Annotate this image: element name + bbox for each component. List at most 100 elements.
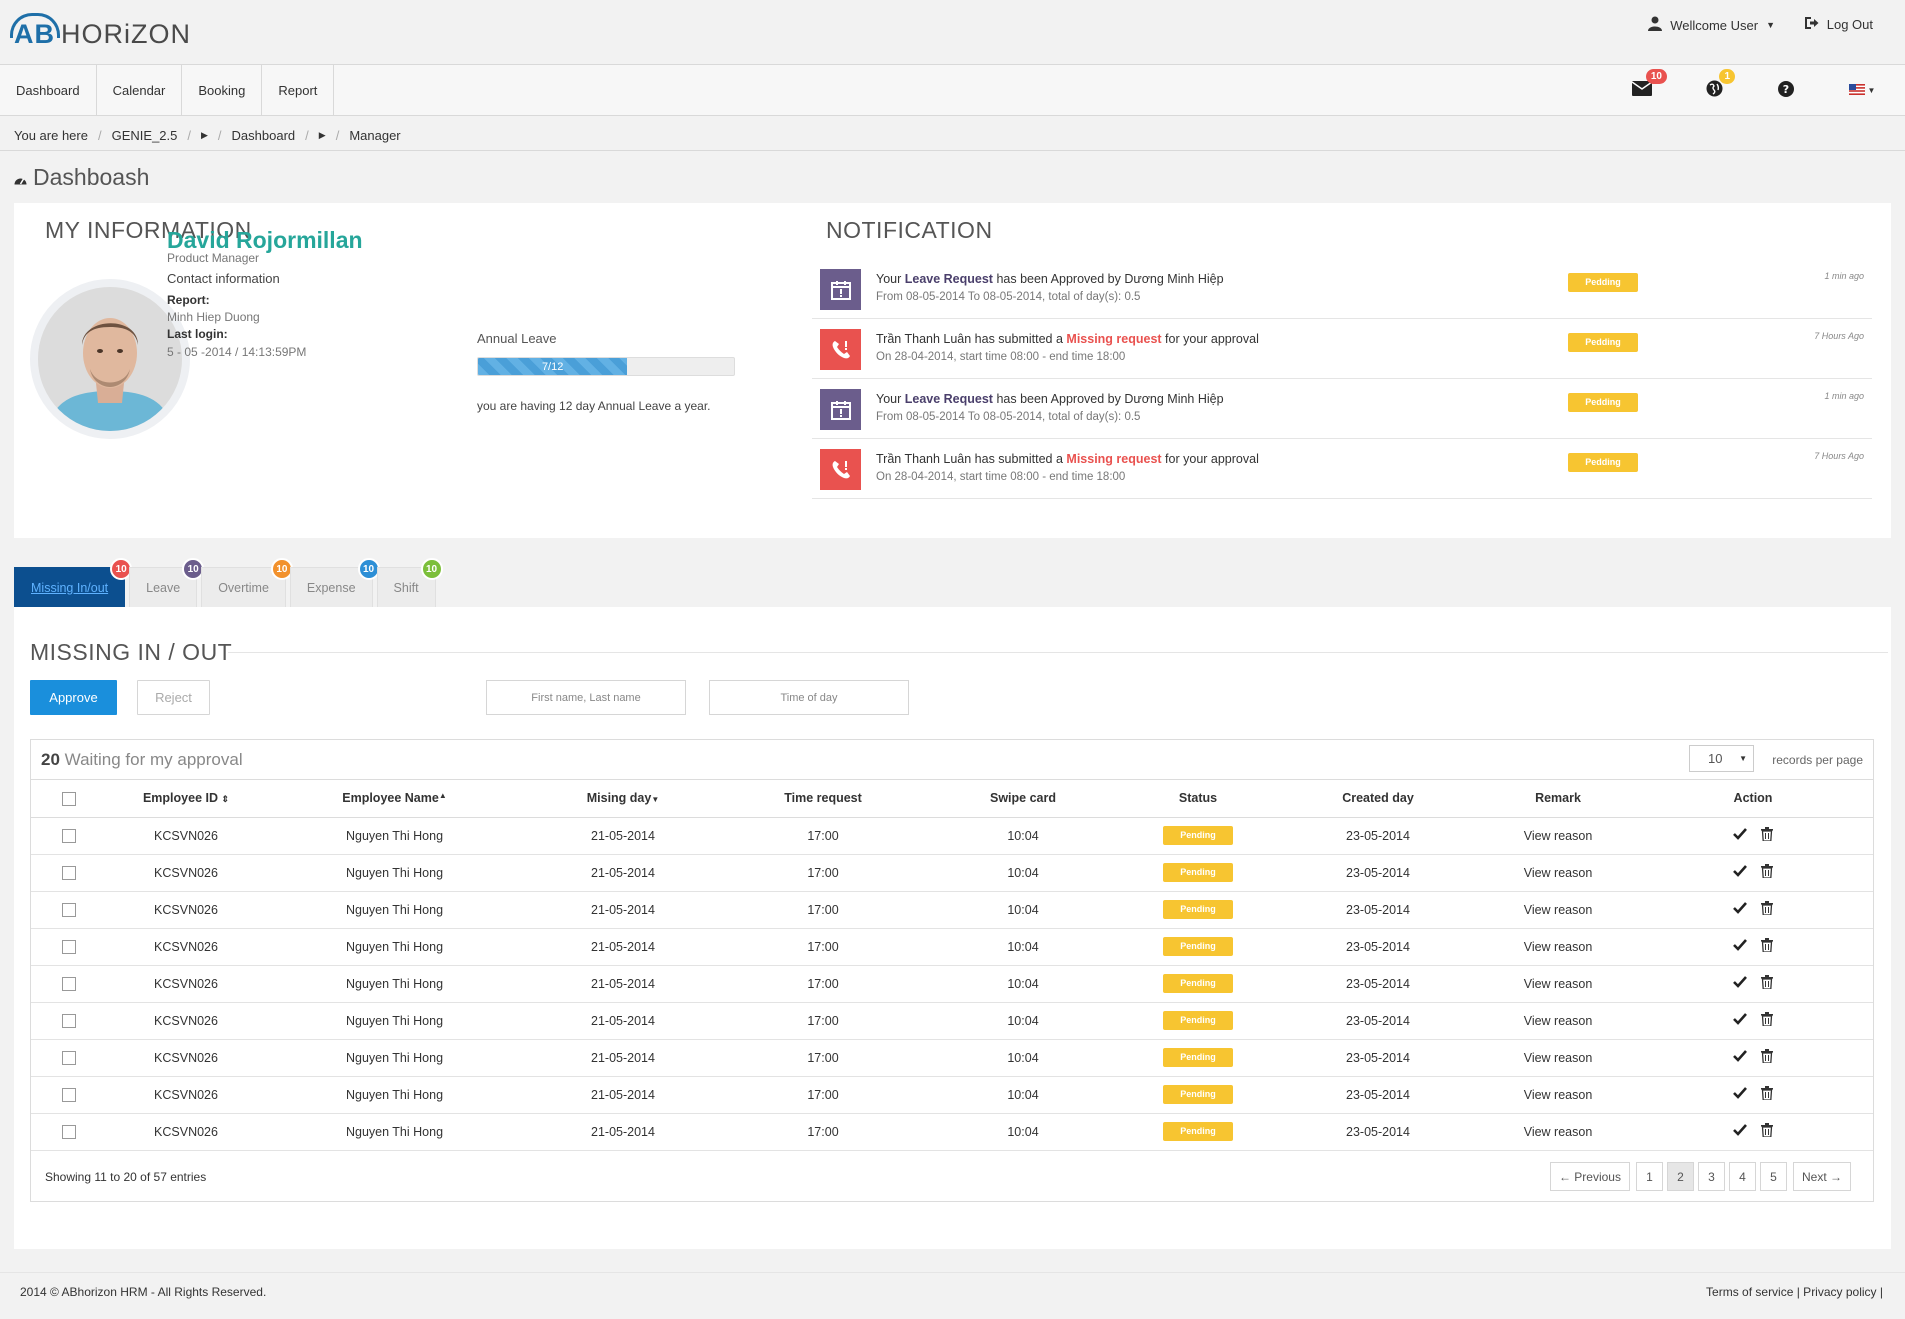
created-day-cell: 23-05-2014 — [1273, 1002, 1483, 1040]
swipe-card-cell: 10:04 — [923, 854, 1123, 892]
notification-text-strong[interactable]: Leave Request — [905, 392, 993, 406]
view-reason-link[interactable]: View reason — [1483, 891, 1633, 929]
user-menu[interactable]: Wellcome User ▼ — [1648, 16, 1775, 34]
view-reason-link[interactable]: View reason — [1483, 965, 1633, 1003]
notification-text-strong[interactable]: Missing request — [1066, 452, 1161, 466]
employee-id-cell: KCSVN026 — [106, 965, 266, 1003]
help-button[interactable]: ? — [1775, 79, 1797, 101]
per-page-select[interactable]: 10 ▼ — [1689, 745, 1754, 772]
trash-icon[interactable] — [1761, 1049, 1773, 1066]
page-button[interactable]: 3 — [1697, 1162, 1725, 1191]
view-reason-link[interactable]: View reason — [1483, 817, 1633, 855]
view-reason-link[interactable]: View reason — [1483, 1039, 1633, 1077]
col-employee-id[interactable]: Employee ID ⇕ — [106, 780, 266, 818]
trash-icon[interactable] — [1761, 975, 1773, 992]
employee-name-cell: Nguyen Thi Hong — [266, 854, 523, 892]
trash-icon[interactable] — [1761, 901, 1773, 918]
language-dropdown[interactable]: ▼ — [1847, 79, 1877, 101]
logout-button[interactable]: Log Out — [1804, 16, 1873, 33]
row-checkbox[interactable] — [61, 828, 76, 843]
globe-button[interactable]: 1 — [1703, 69, 1735, 101]
next-page-button[interactable]: Next → — [1792, 1162, 1851, 1191]
notification-text-strong[interactable]: Leave Request — [905, 272, 993, 286]
svg-text:?: ? — [1783, 83, 1789, 96]
row-checkbox[interactable] — [61, 1087, 76, 1102]
reject-button[interactable]: Reject — [137, 680, 210, 715]
approve-button[interactable]: Approve — [30, 680, 117, 715]
nav-dashboard[interactable]: Dashboard — [0, 65, 97, 115]
nav-calendar[interactable]: Calendar — [97, 65, 183, 115]
approve-check-icon[interactable] — [1733, 939, 1747, 954]
nav-booking[interactable]: Booking — [182, 65, 263, 115]
notification-text-strong[interactable]: Missing request — [1066, 332, 1161, 346]
view-reason-link[interactable]: View reason — [1483, 1076, 1633, 1114]
employee-id-cell: KCSVN026 — [106, 1039, 266, 1077]
status-cell: Pending — [1123, 854, 1273, 892]
time-of-day-input[interactable]: Time of day — [709, 680, 909, 715]
nav-report[interactable]: Report — [262, 65, 335, 115]
breadcrumb-dashboard[interactable]: Dashboard — [232, 128, 296, 143]
created-day-cell: 23-05-2014 — [1273, 1113, 1483, 1151]
trash-icon[interactable] — [1761, 864, 1773, 881]
created-day-cell: 23-05-2014 — [1273, 965, 1483, 1003]
approve-check-icon[interactable] — [1733, 1087, 1747, 1102]
footer-links[interactable]: Terms of service | Privacy policy | — [1706, 1285, 1883, 1299]
breadcrumb-genie[interactable]: GENIE_2.5 — [112, 128, 178, 143]
tab-expense[interactable]: Expense 10 — [289, 558, 380, 607]
annual-leave-progress-fill: 7/12 — [478, 358, 628, 375]
notification-item[interactable]: Your Leave Request has been Approved by … — [812, 379, 1872, 439]
mail-button[interactable]: 10 — [1631, 69, 1667, 101]
waiting-summary: 20 Waiting for my approval — [41, 750, 243, 770]
select-all-checkbox[interactable] — [61, 791, 76, 806]
row-checkbox[interactable] — [61, 902, 76, 917]
trash-icon[interactable] — [1761, 938, 1773, 955]
approve-check-icon[interactable] — [1733, 828, 1747, 843]
notification-item[interactable]: Trần Thanh Luân has submitted a Missing … — [812, 439, 1872, 499]
notification-item[interactable]: Your Leave Request has been Approved by … — [812, 259, 1872, 319]
page-button[interactable]: 2 — [1666, 1162, 1694, 1191]
tab-overtime[interactable]: Overtime 10 — [201, 558, 293, 607]
row-checkbox[interactable] — [61, 976, 76, 991]
approve-check-icon[interactable] — [1733, 1124, 1747, 1139]
tab-leave[interactable]: Leave 10 — [129, 558, 205, 607]
view-reason-link[interactable]: View reason — [1483, 854, 1633, 892]
col-employee-name[interactable]: Employee Name▲ — [266, 780, 523, 818]
missing-panel: MISSING IN / OUT Approve Reject First na… — [14, 607, 1891, 1249]
page-button[interactable]: 1 — [1635, 1162, 1663, 1191]
notification-item[interactable]: Trần Thanh Luân has submitted a Missing … — [812, 319, 1872, 379]
trash-icon[interactable] — [1761, 1086, 1773, 1103]
tab-missing-in-out[interactable]: Missing In/out 10 — [14, 558, 133, 607]
view-reason-link[interactable]: View reason — [1483, 1002, 1633, 1040]
trash-icon[interactable] — [1761, 1123, 1773, 1140]
approve-check-icon[interactable] — [1733, 865, 1747, 880]
name-search-input[interactable]: First name, Last name — [486, 680, 686, 715]
created-day-cell: 23-05-2014 — [1273, 928, 1483, 966]
row-checkbox[interactable] — [61, 1124, 76, 1139]
approve-check-icon[interactable] — [1733, 976, 1747, 991]
swipe-card-cell: 10:04 — [923, 928, 1123, 966]
previous-page-button[interactable]: ← Previous — [1549, 1162, 1630, 1191]
calendar-icon — [820, 269, 861, 310]
trash-icon[interactable] — [1761, 827, 1773, 844]
view-reason-link[interactable]: View reason — [1483, 1113, 1633, 1151]
row-checkbox[interactable] — [61, 1013, 76, 1028]
col-missing-day[interactable]: Mising day▼ — [523, 780, 723, 818]
employee-name-cell: Nguyen Thi Hong — [266, 1039, 523, 1077]
app-logo[interactable]: AB HORiZON — [10, 12, 191, 54]
status-badge: Pending — [1163, 1048, 1233, 1067]
approve-check-icon[interactable] — [1733, 1050, 1747, 1065]
employee-id-cell: KCSVN026 — [106, 1002, 266, 1040]
trash-icon[interactable] — [1761, 1012, 1773, 1029]
notification-time: 1 min ago — [1824, 391, 1864, 401]
approve-check-icon[interactable] — [1733, 1013, 1747, 1028]
approve-check-icon[interactable] — [1733, 902, 1747, 917]
row-checkbox[interactable] — [61, 865, 76, 880]
row-checkbox[interactable] — [61, 1050, 76, 1065]
row-checkbox[interactable] — [61, 939, 76, 954]
view-reason-link[interactable]: View reason — [1483, 928, 1633, 966]
notification-time: 7 Hours Ago — [1814, 451, 1864, 461]
tab-shift[interactable]: Shift 10 — [376, 558, 443, 607]
page-button[interactable]: 5 — [1759, 1162, 1787, 1191]
user-icon — [1648, 16, 1663, 34]
page-button[interactable]: 4 — [1728, 1162, 1756, 1191]
